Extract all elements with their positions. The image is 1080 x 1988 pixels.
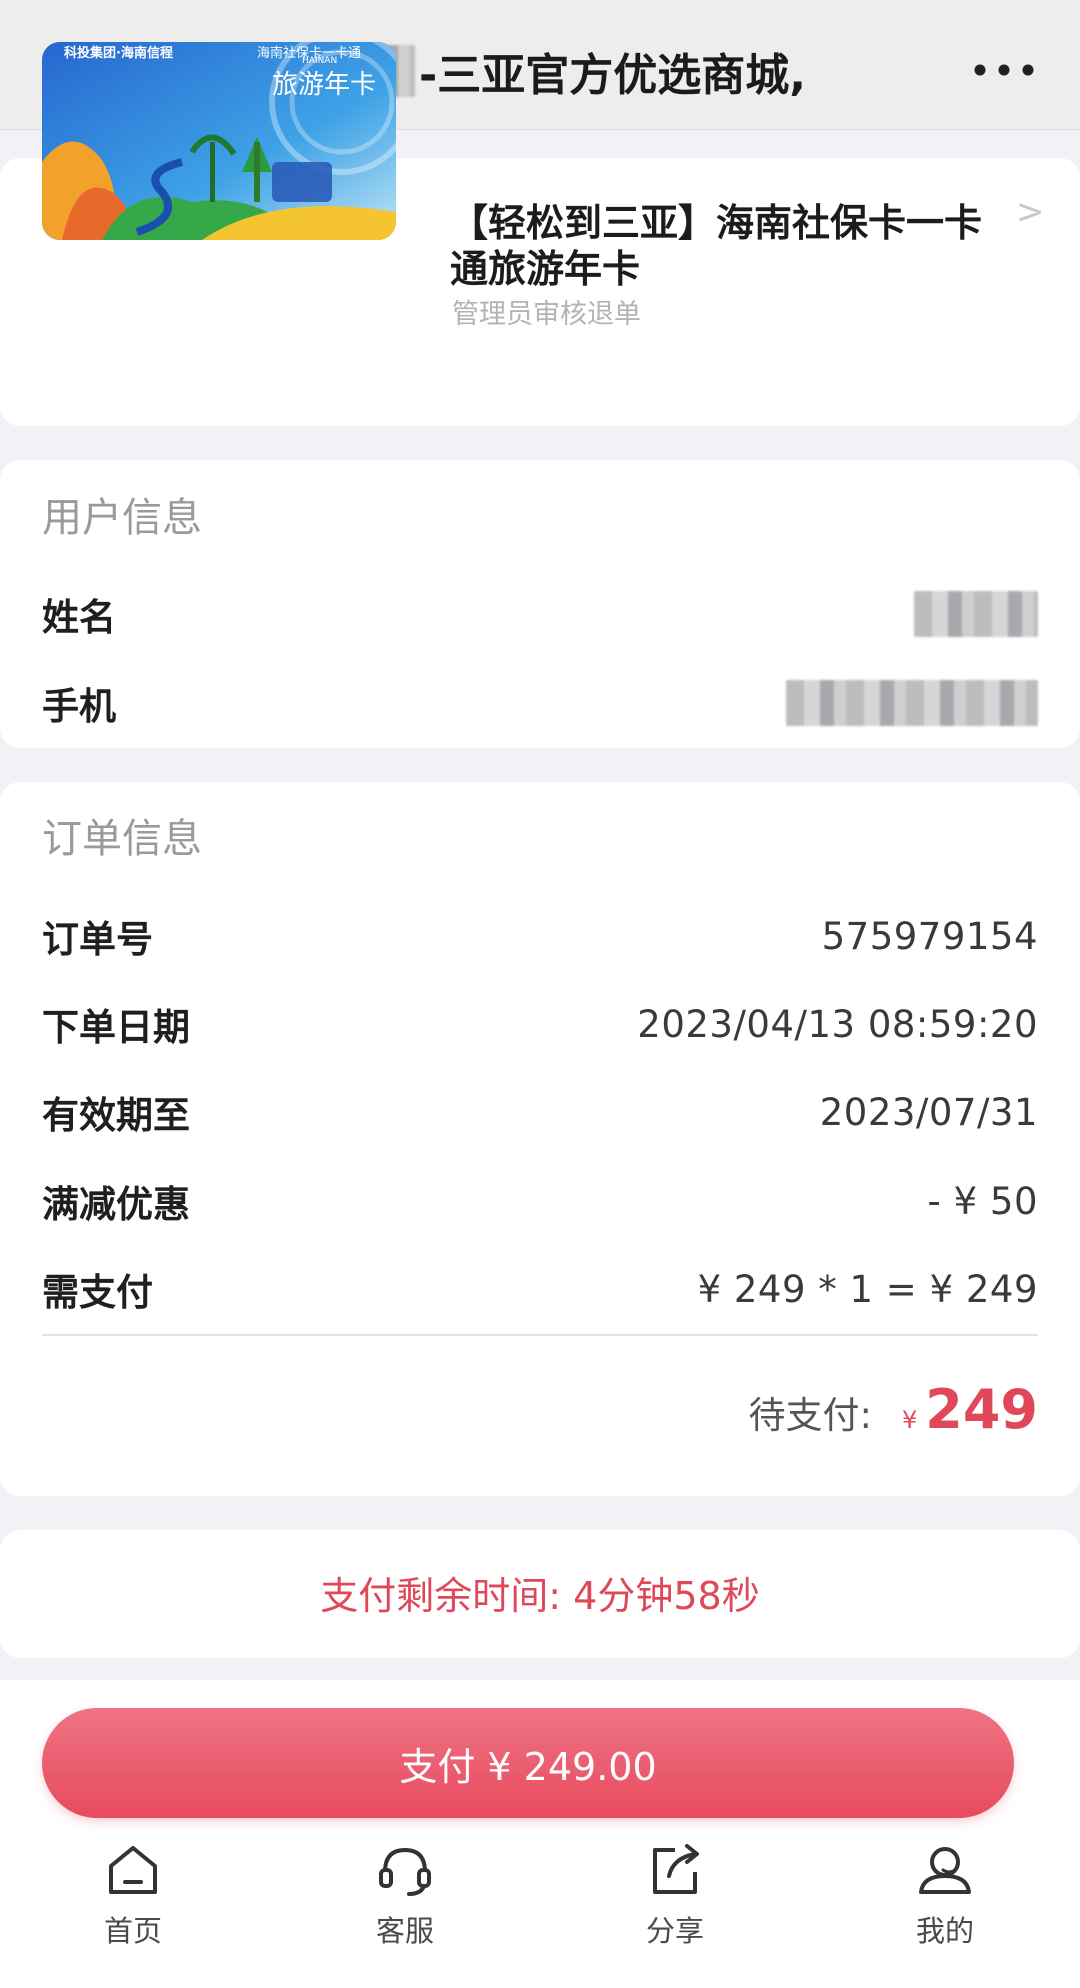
user-icon	[919, 1847, 971, 1894]
currency-symbol: ¥	[901, 1406, 918, 1434]
nav-home-label: 首页	[103, 1914, 162, 1948]
order-row-label: 下单日期	[42, 1006, 190, 1049]
user-phone-row: 手机	[42, 675, 1038, 731]
user-name-row: 姓名	[42, 586, 1038, 642]
order-row-label: 有效期至	[42, 1094, 190, 1137]
nav-share-label: 分享	[645, 1914, 704, 1948]
pay-button[interactable]: 支付 ¥ 249.00	[42, 1708, 1014, 1818]
order-row-label: 订单号	[42, 918, 153, 961]
redacted-user-name	[914, 591, 1038, 637]
order-number-value: 575979154	[821, 914, 1038, 958]
pending-amount: 249	[925, 1378, 1038, 1441]
page-title-text: -三亚官方优选商城,	[419, 50, 806, 101]
order-row-label: 需支付	[42, 1271, 153, 1314]
order-row: 下单日期 2023/04/13 08:59:20	[42, 996, 1038, 1052]
divider	[42, 1334, 1038, 1336]
order-row: 需支付 ¥ 249 * 1 = ¥ 249	[42, 1261, 1038, 1317]
valid-until-value: 2023/07/31	[819, 1090, 1038, 1134]
nav-share[interactable]: 分享	[605, 1840, 745, 1960]
chevron-right-icon[interactable]: >	[1016, 192, 1045, 232]
user-name-label: 姓名	[42, 596, 116, 639]
order-row: 有效期至 2023/07/31	[42, 1084, 1038, 1140]
order-date-value: 2023/04/13 08:59:20	[637, 1002, 1038, 1046]
nav-service-label: 客服	[375, 1914, 434, 1948]
nav-service[interactable]: 客服	[335, 1840, 475, 1960]
product-image-brand: 旅游年卡	[272, 70, 377, 100]
payment-timer: 支付剩余时间: 4分钟58秒	[320, 1574, 760, 1618]
home-icon	[109, 1846, 157, 1894]
nav-mine-label: 我的	[915, 1914, 974, 1948]
order-row: 订单号 575979154	[42, 908, 1038, 964]
nav-mine[interactable]: 我的	[875, 1840, 1015, 1960]
redacted-user-phone	[786, 680, 1038, 726]
headset-icon	[379, 1847, 431, 1896]
product-title: 【轻松到三亚】海南社保卡一卡通旅游年卡	[450, 201, 983, 291]
nav-home[interactable]: 首页	[63, 1840, 203, 1960]
product-image-brand-en: HAINAN	[302, 56, 338, 66]
product-image: 科投集团·海南信程 海南社保卡一卡通 旅游年卡 HAINAN	[42, 42, 396, 240]
user-phone-label: 手机	[42, 685, 116, 728]
amount-due-value: ¥ 249 * 1 = ¥ 249	[697, 1267, 1038, 1311]
pending-label: 待支付:	[748, 1394, 872, 1437]
order-row: 满减优惠 - ¥ 50	[42, 1173, 1038, 1229]
product-image-header-left: 科投集团·海南信程	[64, 46, 173, 61]
share-icon	[653, 1844, 699, 1894]
user-info-title: 用户信息	[42, 495, 202, 541]
more-icon[interactable]	[968, 50, 1040, 90]
order-row-label: 满减优惠	[42, 1183, 190, 1226]
product-status: 管理员审核退单	[452, 299, 641, 330]
pending-payment: 待支付: ¥ 249	[749, 1378, 1038, 1448]
order-info-title: 订单信息	[42, 816, 202, 862]
discount-value: - ¥ 50	[927, 1179, 1038, 1223]
